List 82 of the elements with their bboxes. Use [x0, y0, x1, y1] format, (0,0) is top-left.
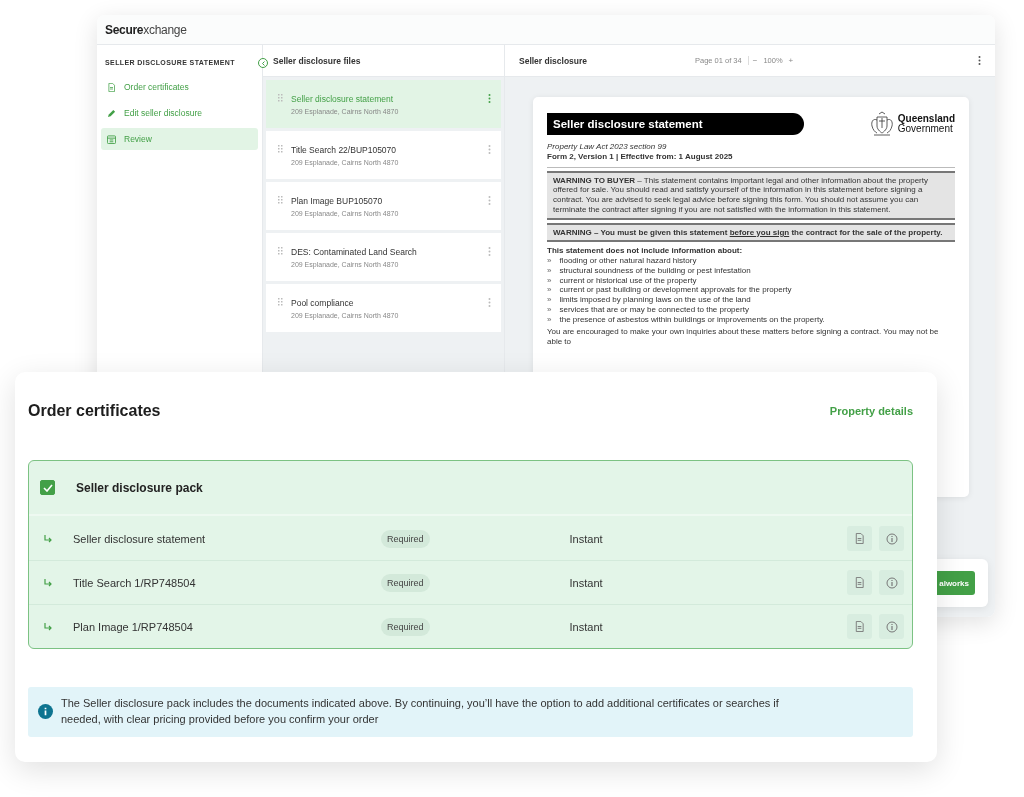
file-title: Pool compliance: [291, 298, 355, 308]
act-reference: Property Law Act 2023 section 99: [547, 142, 668, 152]
info-icon: [885, 532, 898, 545]
menu-icon: [978, 56, 981, 65]
document-paragraph: You are encouraged to make your own inquiries about these matters before signing a contract. You may not be able to: [547, 327, 940, 347]
file-title: Title Search 22/BUP105070: [291, 145, 398, 155]
bullet-mark: »: [547, 314, 552, 325]
drag-handle-icon: [278, 145, 283, 153]
preview-button[interactable]: [847, 614, 872, 639]
more-icon: [488, 247, 491, 256]
delivery-time: Instant: [569, 532, 603, 545]
document-icon: [107, 82, 116, 92]
file-title: Plan Image BUP105070: [291, 196, 384, 206]
action-button[interactable]: alworks: [935, 571, 975, 595]
pack-name: Seller disclosure pack: [76, 480, 203, 495]
preview-button[interactable]: [847, 570, 872, 595]
document-icon: [854, 533, 865, 544]
issuer-name: Government: [897, 124, 953, 134]
list-item: structural soundness of the building or pest infestation: [559, 265, 751, 276]
item-name: Title Search 1/RP748504: [73, 576, 197, 589]
zoom-out-button[interactable]: −: [748, 56, 762, 65]
drag-handle-icon: [278, 94, 283, 102]
bullet-mark: »: [547, 275, 552, 286]
list-item: limits imposed by planning laws on the use of the land: [559, 295, 751, 305]
crest-icon: [868, 111, 895, 137]
info-icon: [885, 620, 898, 633]
more-icon: [488, 145, 491, 154]
sidebar-item[interactable]: Order certificates: [101, 76, 258, 98]
panel-title: Seller disclosure files: [263, 45, 504, 77]
info-icon: [885, 576, 898, 589]
checkbox[interactable]: [40, 480, 55, 495]
calendar-icon: [107, 134, 116, 144]
list-heading: This statement does not include information about:: [547, 246, 744, 256]
info-icon: [38, 704, 53, 720]
more-icon: [488, 196, 491, 205]
drag-handle-icon: [278, 298, 283, 306]
delivery-time: Instant: [569, 620, 603, 633]
list-item: the presence of asbestos within buildings or improvements on the property.: [559, 314, 825, 325]
property-details-link[interactable]: Property details: [829, 405, 913, 417]
logo: Securexchange: [105, 22, 187, 37]
document-icon: [854, 621, 865, 632]
issuer-name: Queensland: [897, 114, 955, 124]
buyer-warning: WARNING TO BUYER – This statement contains important legal and other information about the property offered for sale. You should read and satisfy yourself of the information in this statement before signing a contract. You are advised to seek legal advice before signing this form. You should not assume you can terminate the contract after signing if you are not satisfied with the information in this statement.: [547, 170, 955, 220]
info-text: The Seller disclosure pack includes the documents indicated above. By continuing, you’ll have the option to add additional certificates or searches if needed, with clear pricing provided before you confirm your order: [61, 696, 780, 727]
required-tag: Required: [381, 573, 430, 592]
sub-item-arrow-icon: [43, 621, 53, 632]
bullet-mark: »: [547, 256, 552, 266]
info-button[interactable]: [879, 614, 904, 639]
drag-handle-icon: [278, 196, 283, 204]
item-name: Plan Image 1/RP748504: [73, 620, 194, 633]
bullet-mark: »: [547, 265, 552, 276]
file-title: Seller disclosure statement: [291, 94, 395, 104]
bullet-mark: »: [547, 304, 552, 315]
form-version: Form 2, Version 1 | Effective from: 1 August 2025: [547, 151, 955, 168]
bullet-mark: »: [547, 295, 552, 305]
drag-handle-icon: [278, 247, 283, 255]
sub-item-arrow-icon: [43, 577, 53, 588]
more-icon: [488, 298, 491, 307]
sub-item-arrow-icon: [43, 533, 53, 544]
delivery-time: Instant: [569, 576, 603, 589]
bullet-mark: »: [547, 285, 552, 295]
document-icon: [854, 577, 865, 588]
signing-warning: WARNING – You must be given this statement before you sign the contract for the sale of the property.: [547, 222, 955, 243]
viewer-title: Seller disclosure: [519, 55, 589, 66]
sidebar-item[interactable]: Edit seller disclosure: [101, 102, 258, 124]
item-name: Seller disclosure statement: [73, 532, 207, 545]
sidebar-item[interactable]: Review: [101, 128, 258, 150]
info-button[interactable]: [879, 526, 904, 551]
list-item: current or past building or development approvals for the property: [559, 285, 792, 295]
required-tag: Required: [381, 529, 430, 548]
preview-button[interactable]: [847, 526, 872, 551]
card-title: Order certificates: [28, 402, 161, 420]
required-tag: Required: [381, 617, 430, 636]
zoom-in-button[interactable]: +: [784, 56, 798, 65]
more-icon: [488, 94, 491, 103]
list-item: services that are or may be connected to the property: [559, 304, 749, 315]
pencil-icon: [107, 108, 116, 118]
file-title: DES: Contaminated Land Search: [291, 247, 418, 257]
info-button[interactable]: [879, 570, 904, 595]
document-title: Seller disclosure statement: [547, 113, 804, 135]
list-item: flooding or other natural hazard history: [559, 256, 697, 266]
list-item: current or historical use of the property: [559, 275, 697, 286]
